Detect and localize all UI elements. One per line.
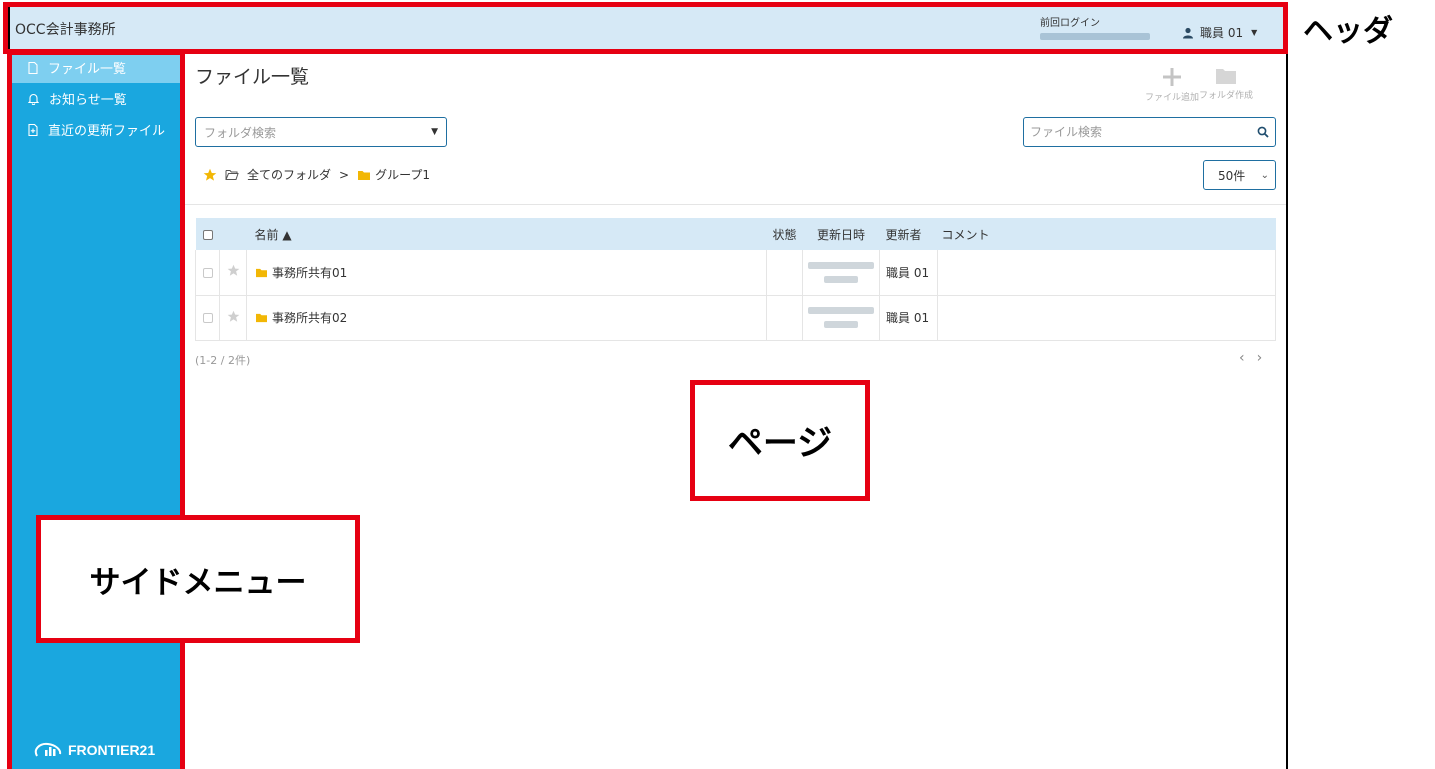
blurred-date [808,261,874,269]
column-header-comment: コメント [941,227,990,242]
folder-icon [358,170,371,180]
row-name: 事務所共有02 [272,311,348,325]
folder-open-icon [225,169,239,180]
star-icon[interactable] [227,310,240,323]
star-icon[interactable] [203,168,217,182]
folder-icon [256,268,267,277]
select-all-checkbox[interactable] [202,229,213,240]
header-star-cell [220,218,247,250]
add-file-button[interactable]: ファイル追加 [1143,66,1201,103]
header-highlight-box [3,2,1288,54]
side-menu-annotation: サイドメニュー [36,515,360,643]
row-checkbox[interactable] [202,313,213,323]
column-header-name[interactable]: 名前 ▲ [247,218,767,250]
create-folder-button[interactable]: フォルダ作成 [1197,66,1255,101]
folder-icon [256,313,267,323]
breadcrumb-root[interactable]: 全てのフォルダ [247,166,331,183]
table-row: 事務所共有02 職員 01 [195,295,1276,340]
pager: ‹ › [1239,350,1262,366]
header-annotation-text: ヘッダ [1303,14,1393,49]
page-title: ファイル一覧 [195,66,310,88]
add-file-label: ファイル追加 [1144,93,1199,103]
row-checkbox[interactable] [202,267,213,278]
table-row: 事務所共有01 職員 01 [195,250,1276,295]
chevron-down-icon: ⌄ [1260,169,1269,181]
side-menu-annotation-text: サイドメニュー [89,564,307,601]
row-comment [937,295,1276,340]
breadcrumb: 全てのフォルダ > グループ1 [203,166,430,183]
folder-search-placeholder: フォルダ検索 [204,125,277,140]
page-size-value: 50件 [1218,168,1246,183]
blurred-time [824,275,858,283]
page-annotation-text: ページ [727,424,833,464]
blurred-time [824,321,858,328]
plus-icon [1163,68,1181,86]
prev-page-icon[interactable]: ‹ [1239,350,1245,366]
result-count: (1-2 / 2件) [195,354,251,367]
row-status [766,250,803,295]
breadcrumb-current[interactable]: グループ1 [375,166,430,183]
caret-down-icon: ▼ [431,127,438,137]
next-page-icon[interactable]: › [1257,350,1263,366]
search-icon[interactable] [1257,126,1269,138]
create-folder-label: フォルダ作成 [1198,91,1253,101]
file-search-box [1023,117,1276,147]
row-name: 事務所共有01 [272,265,348,280]
folder-search-select[interactable]: フォルダ検索 ▼ [195,117,447,147]
star-icon[interactable] [227,264,240,277]
row-updated-by: 職員 01 [879,250,938,295]
row-comment [937,250,1276,295]
breadcrumb-separator: > [339,167,350,182]
blurred-date [808,307,874,314]
page-size-select[interactable]: 50件 ⌄ [1203,160,1276,190]
row-updated-at [802,250,880,295]
table-header-row: 名前 ▲ 状態 更新日時 更新者 コメント [195,218,1276,250]
column-header-updated-at: 更新日時 [816,227,865,242]
file-table: 名前 ▲ 状態 更新日時 更新者 コメント 事務所共有01 職員 01 事務所共… [195,218,1276,341]
file-search-input[interactable] [1030,125,1257,139]
app-window: OCC会計事務所 前回ログイン 職員 01 ▼ ファイル一覧 お知らせ一覧 直近… [8,5,1288,769]
folder-link[interactable]: 事務所共有01 [255,264,766,281]
select-all-cell [196,218,220,250]
sidebar-highlight-box [7,50,185,769]
column-header-updated-by: 更新者 [885,227,922,242]
column-header-status: 状態 [772,227,797,242]
divider [185,204,1286,205]
row-status [766,295,803,340]
page-annotation: ページ [690,380,870,501]
folder-icon [1216,69,1236,84]
folder-link[interactable]: 事務所共有02 [255,309,766,326]
row-updated-by: 職員 01 [879,295,938,340]
row-updated-at [802,295,880,340]
